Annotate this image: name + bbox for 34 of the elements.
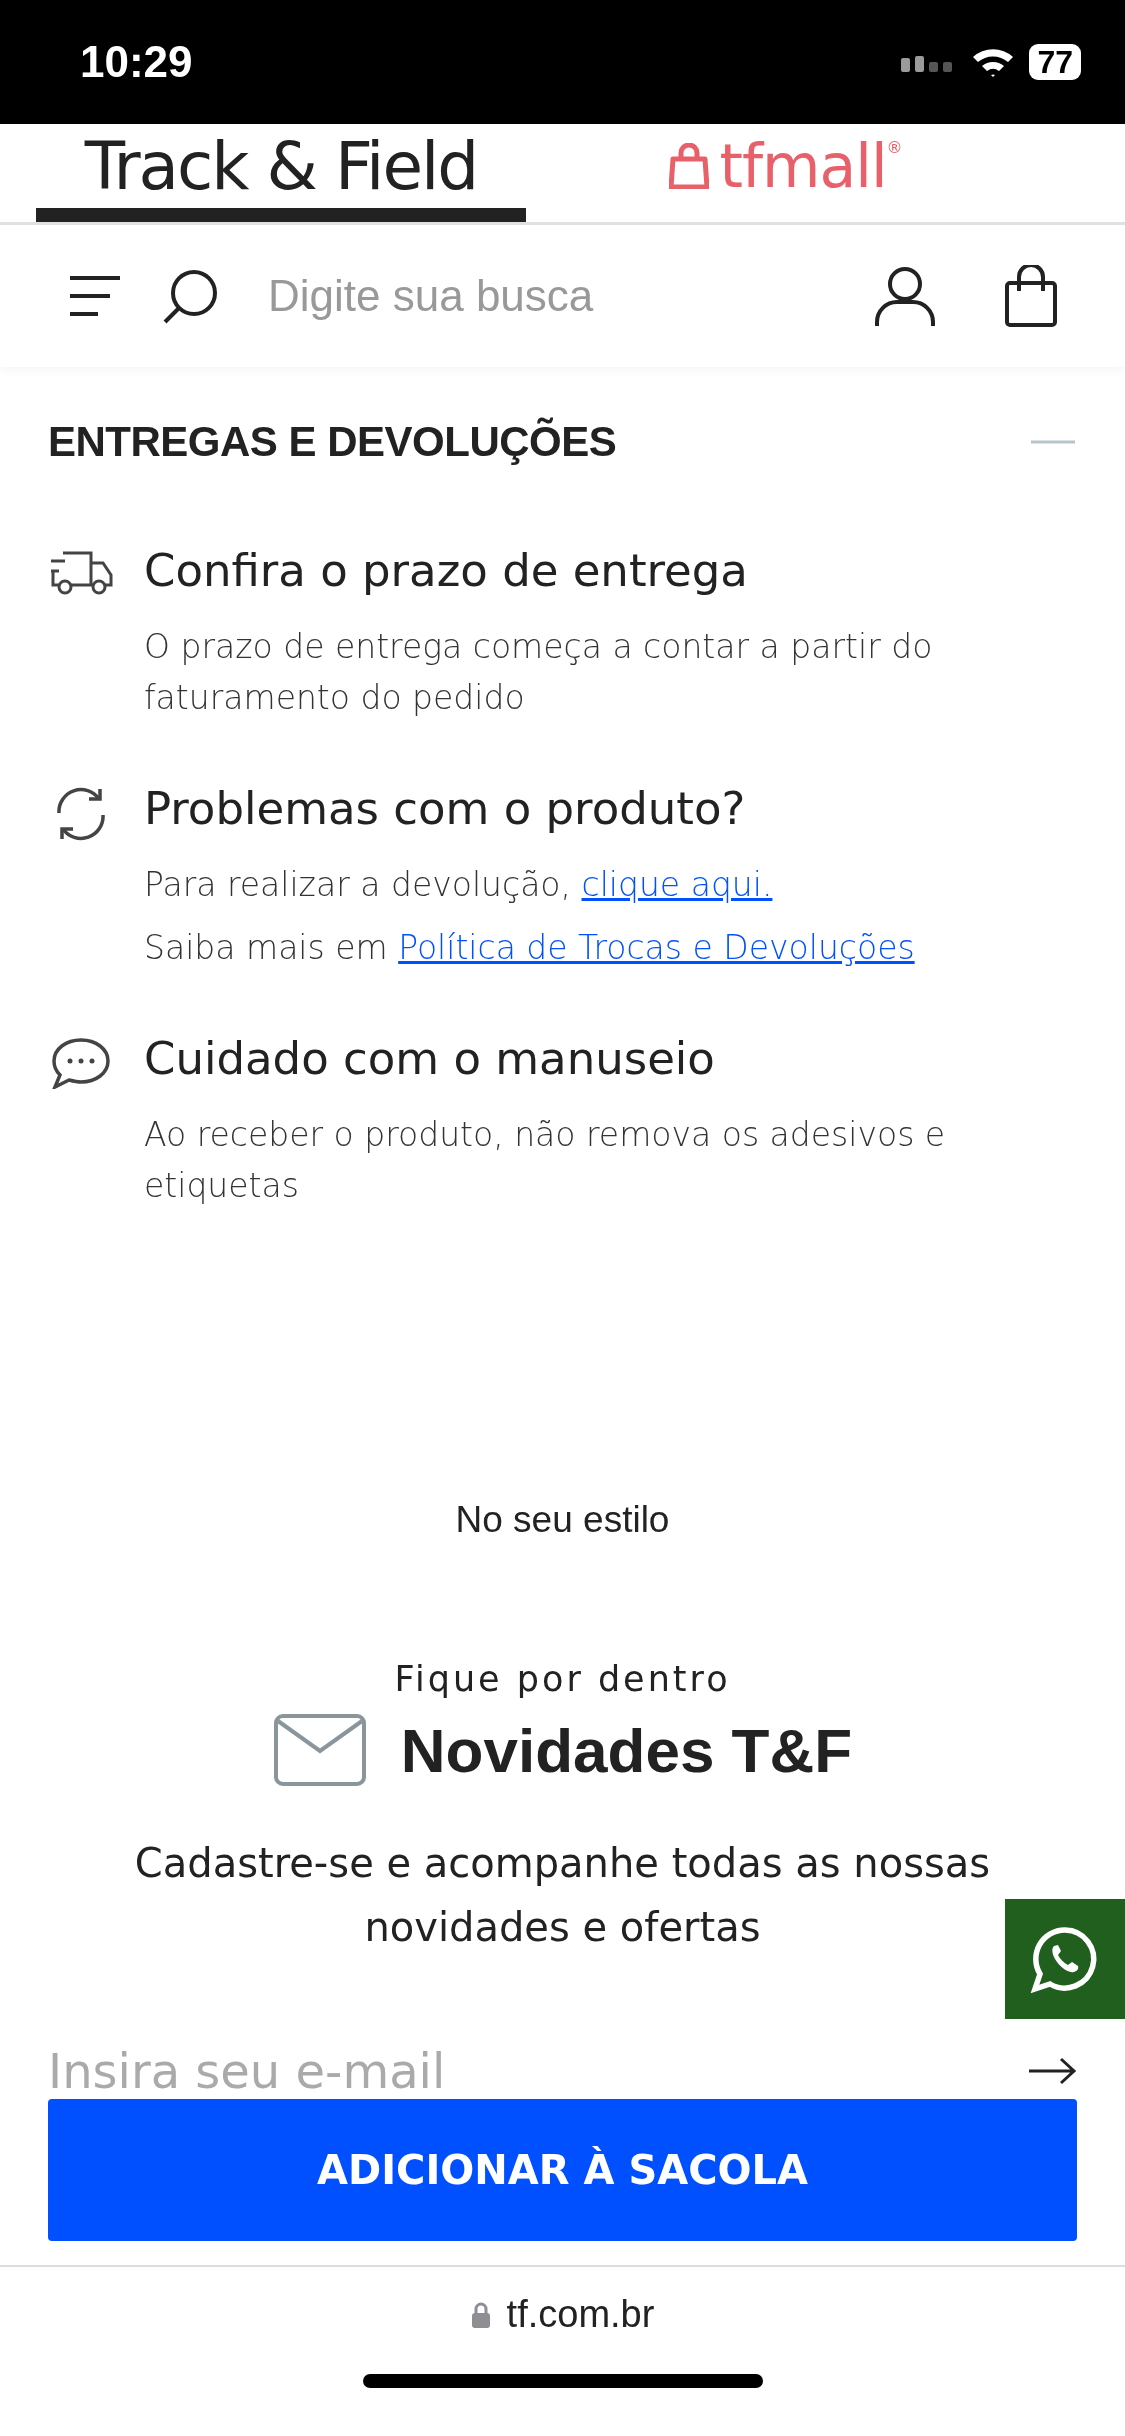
battery-indicator: 77	[1029, 44, 1081, 80]
wifi-icon	[971, 46, 1016, 78]
lock-icon	[470, 2301, 491, 2328]
info-text: O prazo de entrega começa a contar a partir do faturamento do pedido	[144, 626, 934, 720]
search-field[interactable]: Digite sua busca	[266, 270, 835, 323]
menu-icon[interactable]	[68, 274, 122, 319]
info-text: Para realizar a devolução, clique aqui.	[144, 864, 774, 907]
recommendations-title: No seu estilo	[454, 1499, 671, 1542]
link[interactable]: Política de Trocas e Devoluções	[398, 928, 915, 968]
clock: 10:29	[80, 37, 193, 87]
bag-icon	[669, 143, 710, 190]
truck-icon	[49, 549, 113, 596]
envelope-icon	[272, 1713, 367, 1788]
info-title: Problemas com o produto?	[144, 781, 747, 838]
link[interactable]: clique aqui.	[581, 865, 773, 905]
whatsapp-button[interactable]	[1005, 1899, 1125, 2020]
email-field[interactable]: Insira seu e-mail	[48, 2043, 748, 2100]
shopping-bag-icon[interactable]	[1005, 265, 1057, 328]
section-title: ENTREGAS E DEVOLUÇÕES	[48, 418, 617, 467]
info-text: Ao receber o produto, não remova os adesivos e etiquetas	[144, 1114, 947, 1208]
info-title: Confira o prazo de entrega	[144, 543, 749, 600]
newsletter-eyebrow: Fique por dentro	[394, 1659, 731, 1700]
info-text: Saiba mais em Política de Trocas e Devoluções	[144, 927, 916, 970]
brand-tab[interactable]: Track & Field	[36, 124, 526, 223]
newsletter-description: Cadastre-se e acompanhe todas as nossas novidades e ofertas	[133, 1839, 992, 1953]
chat-bubble-icon	[52, 1037, 110, 1090]
user-icon[interactable]	[875, 266, 935, 327]
info-title: Cuidado com o manuseio	[144, 1031, 716, 1088]
add-to-bag-button[interactable]: ADICIONAR À SACOLA	[48, 2099, 1077, 2242]
arrow-right-icon[interactable]	[1027, 2057, 1077, 2086]
newsletter-title: Novidades T&F	[400, 1714, 853, 1786]
search-icon[interactable]	[162, 267, 220, 326]
brand-tab[interactable]: tfmall$^{®}$	[526, 124, 1045, 223]
url-text: tf.com.br	[506, 2293, 655, 2337]
